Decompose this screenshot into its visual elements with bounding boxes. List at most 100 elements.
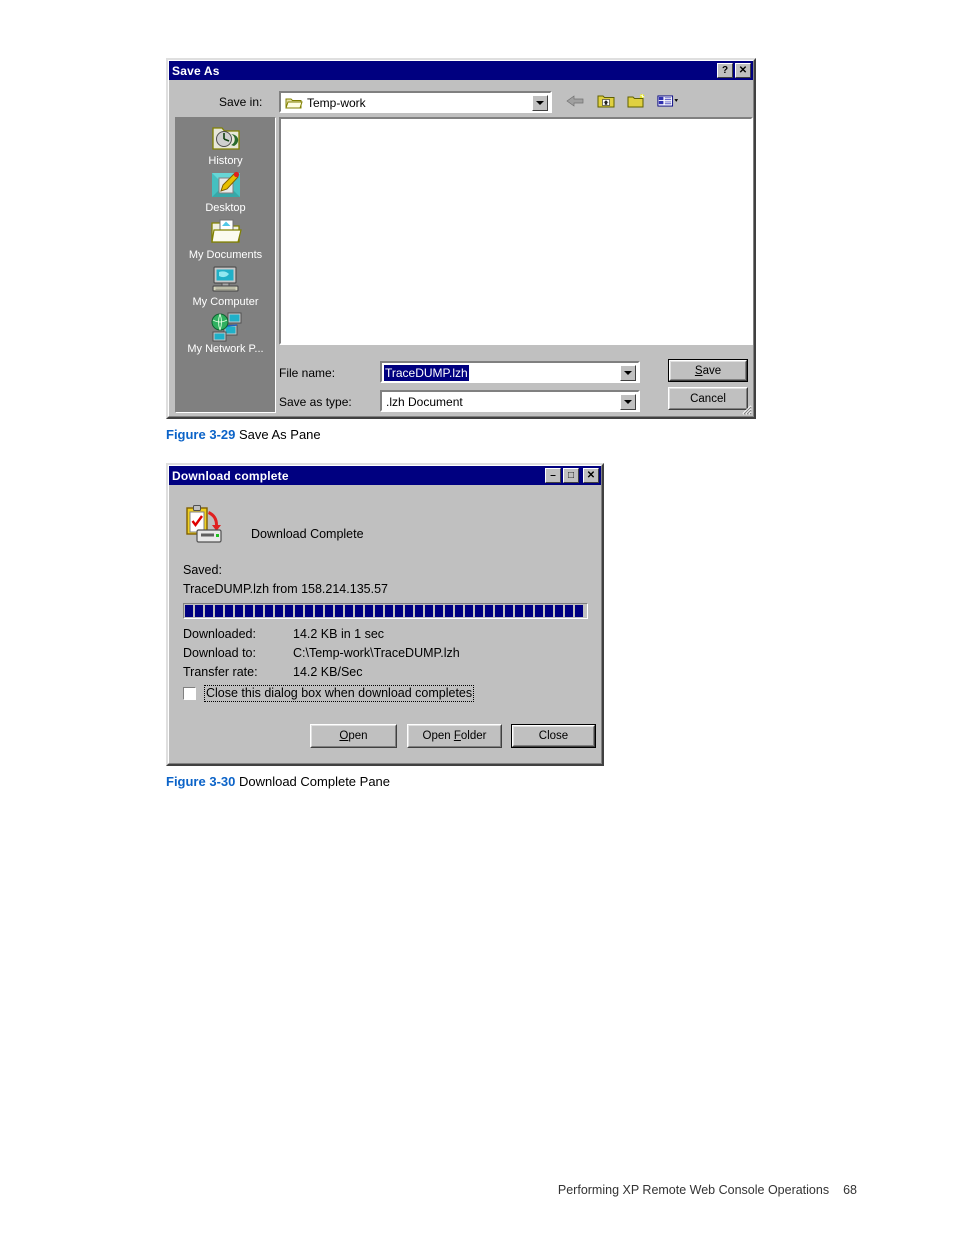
save-in-label: Save in: [219, 95, 263, 109]
progress-segment [435, 605, 443, 617]
back-icon[interactable] [564, 91, 586, 111]
saved-label: Saved: [183, 563, 222, 577]
chevron-down-icon[interactable] [620, 394, 636, 410]
place-label: My Documents [188, 249, 263, 261]
file-list[interactable] [279, 117, 753, 345]
progress-segment [515, 605, 523, 617]
place-label: Desktop [205, 202, 246, 214]
place-label: My Computer [192, 296, 259, 308]
progress-segment [405, 605, 413, 617]
progress-segment [315, 605, 323, 617]
cancel-button[interactable]: Cancel [668, 387, 748, 410]
progress-segment [225, 605, 233, 617]
progress-segment [385, 605, 393, 617]
progress-segment [245, 605, 253, 617]
close-dialog-checkbox[interactable] [183, 687, 196, 700]
progress-segment [535, 605, 543, 617]
file-name-label: File name: [279, 366, 336, 380]
save-as-dialog-body: Save As ? ✕ Save in: Temp-work History D… [168, 60, 754, 417]
close-dialog-checkbox-row[interactable]: Close this dialog box when download comp… [183, 685, 475, 702]
download-complete-body: Download complete – □ ✕ Download Complet… [168, 465, 602, 764]
figure-number: Figure 3-30 [166, 774, 236, 789]
save-in-combobox[interactable]: Temp-work [279, 91, 552, 113]
close-button[interactable]: ✕ [735, 63, 751, 78]
place-desktop[interactable]: Desktop [176, 169, 275, 214]
save-as-toolbar [564, 91, 679, 111]
my-computer-icon [209, 263, 243, 295]
save-as-titlebar[interactable]: Save As ? ✕ [169, 61, 753, 80]
progress-segment [545, 605, 553, 617]
place-history[interactable]: History [176, 122, 275, 167]
download-complete-titlebar[interactable]: Download complete – □ ✕ [169, 466, 601, 485]
progress-segment [205, 605, 213, 617]
progress-segment [465, 605, 473, 617]
download-to-label: Download to: [183, 646, 256, 660]
downloaded-value: 14.2 KB in 1 sec [293, 627, 385, 641]
help-button[interactable]: ? [717, 63, 733, 78]
transfer-rate-label: Transfer rate: [183, 665, 258, 679]
minimize-button[interactable]: – [545, 468, 561, 483]
open-folder-button[interactable]: Open Folder [407, 724, 502, 748]
place-my-network-places[interactable]: My Network P... [176, 310, 275, 355]
save-button[interactable]: Save [668, 359, 748, 382]
save-as-title: Save As [172, 63, 220, 78]
progress-segment [355, 605, 363, 617]
progress-segment [325, 605, 333, 617]
page-number: 68 [843, 1183, 857, 1197]
saved-value: TraceDUMP.lzh from 158.214.135.57 [183, 582, 388, 596]
progress-segment [195, 605, 203, 617]
new-folder-icon[interactable] [626, 91, 648, 111]
progress-segment [335, 605, 343, 617]
transfer-rate-value: 14.2 KB/Sec [293, 665, 363, 679]
download-complete-icon [186, 505, 222, 543]
figure-title: Download Complete Pane [235, 774, 391, 789]
download-progress-bar [183, 603, 588, 619]
open-button[interactable]: Open [310, 724, 397, 748]
progress-segment [555, 605, 563, 617]
progress-segment [495, 605, 503, 617]
place-my-documents[interactable]: My Documents [176, 216, 275, 261]
figure-caption-3-30: Figure 3-30 Download Complete Pane [166, 774, 390, 789]
downloaded-label: Downloaded: [183, 627, 256, 641]
chevron-down-icon[interactable] [532, 95, 548, 111]
place-label: My Network P... [187, 343, 264, 355]
chevron-down-icon[interactable] [620, 365, 636, 381]
figure-title: Save As Pane [235, 427, 321, 442]
file-name-value: TraceDUMP.lzh [384, 365, 469, 381]
save-as-dialog: Save As ? ✕ Save in: Temp-work History D… [166, 58, 756, 419]
place-label: History [208, 155, 243, 167]
close-dialog-button[interactable]: Close [511, 724, 596, 748]
save-as-title-buttons: ? ✕ [717, 63, 751, 78]
up-one-level-icon[interactable] [595, 91, 617, 111]
views-icon[interactable] [657, 91, 679, 111]
save-as-type-value: .lzh Document [386, 395, 463, 409]
progress-segment [235, 605, 243, 617]
progress-segment [455, 605, 463, 617]
progress-segment [215, 605, 223, 617]
progress-segment [345, 605, 353, 617]
progress-segment [565, 605, 573, 617]
place-my-computer[interactable]: My Computer [176, 263, 275, 308]
figure-number: Figure 3-29 [166, 427, 236, 442]
progress-segment [295, 605, 303, 617]
progress-segment [575, 605, 583, 617]
save-as-type-combobox[interactable]: .lzh Document [380, 390, 640, 412]
close-dialog-checkbox-label: Close this dialog box when download comp… [204, 685, 475, 702]
progress-segment [445, 605, 453, 617]
progress-segment [395, 605, 403, 617]
footer-text: Performing XP Remote Web Console Operati… [557, 1183, 830, 1197]
maximize-button[interactable]: □ [563, 468, 579, 483]
progress-segment [425, 605, 433, 617]
file-name-input[interactable]: TraceDUMP.lzh [380, 361, 640, 383]
progress-segment [305, 605, 313, 617]
places-bar: History Desktop My Documents My Computer… [175, 117, 276, 413]
close-dialog-button-label: Close [538, 730, 569, 742]
progress-segment [265, 605, 273, 617]
download-complete-title: Download complete [172, 468, 289, 483]
download-complete-heading: Download Complete [251, 527, 364, 541]
resize-grip[interactable] [738, 401, 752, 415]
close-button[interactable]: ✕ [583, 468, 599, 483]
desktop-icon [209, 169, 243, 201]
progress-segment [285, 605, 293, 617]
progress-segment [475, 605, 483, 617]
